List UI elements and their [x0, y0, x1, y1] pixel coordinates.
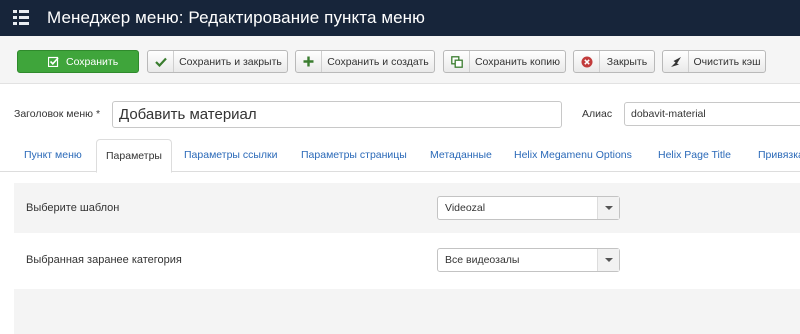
template-select-value: Videozal	[445, 202, 486, 214]
tab-page-parameters[interactable]: Параметры страницы	[301, 149, 407, 161]
tab-menu-item[interactable]: Пункт меню	[24, 149, 82, 161]
save-button[interactable]: Сохранить	[17, 50, 139, 73]
tab-parameters[interactable]: Параметры	[96, 139, 172, 173]
copy-icon	[444, 51, 470, 72]
category-select-value: Все видеозалы	[445, 254, 520, 266]
save-new-button[interactable]: Сохранить и создать	[295, 50, 435, 73]
flash-icon	[663, 51, 689, 72]
alias-input[interactable]	[624, 102, 800, 126]
title-input[interactable]	[112, 101, 562, 128]
params-row-empty	[14, 289, 800, 334]
chevron-down-icon[interactable]	[597, 249, 619, 271]
close-label: Закрыть	[606, 55, 648, 68]
required-mark: *	[95, 108, 101, 120]
tab-link-parameters[interactable]: Параметры ссылки	[184, 149, 278, 161]
page-title: Менеджер меню: Редактирование пункта мен…	[47, 8, 426, 27]
clear-cache-button[interactable]: Очистить кэш	[662, 50, 766, 73]
template-label: Выберите шаблон	[26, 202, 120, 214]
save-new-label: Сохранить и создать	[327, 55, 429, 68]
clear-cache-label: Очистить кэш	[693, 55, 761, 68]
title-label: Заголовок меню *	[14, 108, 101, 120]
plus-icon	[296, 51, 322, 72]
alias-label: Алиас	[582, 108, 613, 120]
app-header: Менеджер меню: Редактирование пункта мен…	[0, 0, 800, 36]
save-close-label: Сохранить и закрыть	[179, 55, 282, 68]
close-icon	[574, 51, 600, 72]
save-copy-button[interactable]: Сохранить копию	[443, 50, 566, 73]
tab-helix-megamenu[interactable]: Helix Megamenu Options	[514, 149, 632, 161]
save-close-button[interactable]: Сохранить и закрыть	[147, 50, 288, 73]
category-select[interactable]: Все видеозалы	[437, 248, 620, 272]
close-button[interactable]: Закрыть	[573, 50, 655, 73]
chevron-down-icon[interactable]	[597, 197, 619, 219]
check-icon	[148, 51, 174, 72]
save-label: Сохранить	[66, 55, 119, 68]
save-icon	[42, 51, 64, 72]
tab-bar: Пункт меню Параметры Параметры ссылки Па…	[0, 139, 800, 173]
params-row-template	[14, 183, 800, 233]
tab-helix-page-title[interactable]: Helix Page Title	[658, 149, 731, 161]
save-copy-label: Сохранить копию	[474, 55, 561, 68]
template-select[interactable]: Videozal	[437, 196, 620, 220]
tab-metadata[interactable]: Метаданные	[430, 149, 492, 161]
list-icon[interactable]	[13, 10, 29, 25]
category-label: Выбранная заранее категория	[26, 254, 182, 266]
tab-binding[interactable]: Привязка	[758, 149, 800, 161]
